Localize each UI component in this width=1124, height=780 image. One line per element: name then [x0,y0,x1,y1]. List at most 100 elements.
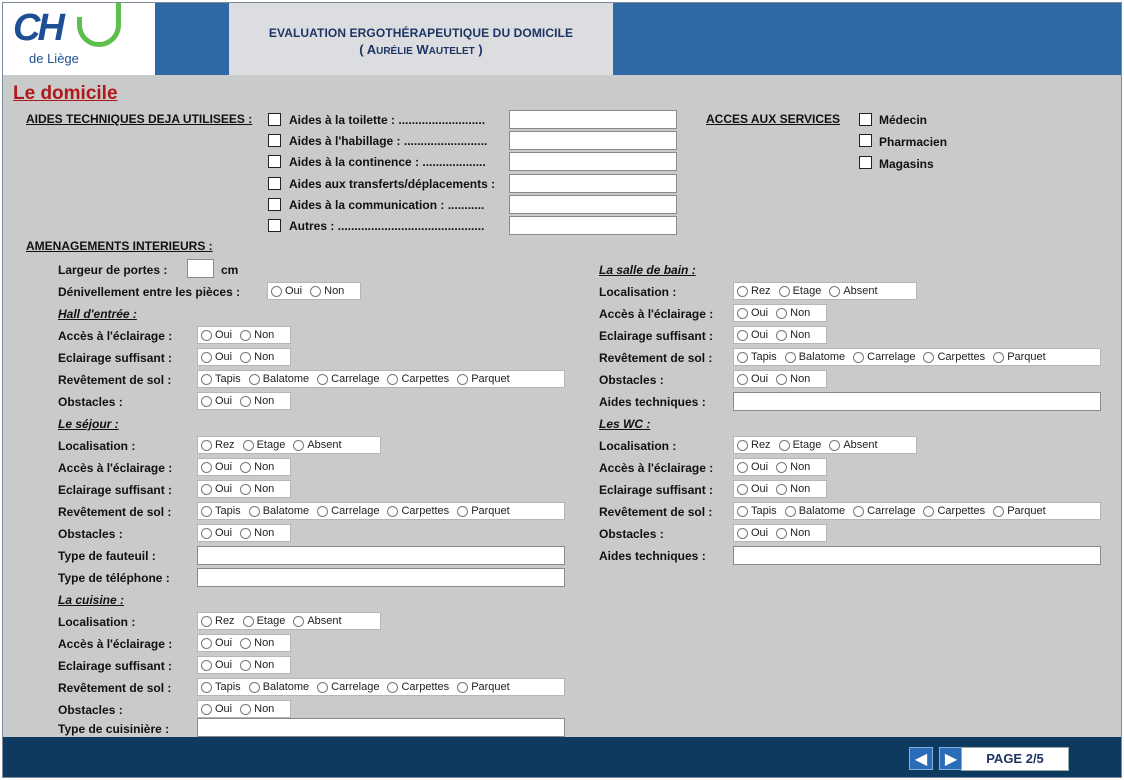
radio-hall-acces-oui[interactable]: Oui [201,329,232,341]
checkbox-autres[interactable] [268,219,281,232]
radio-sdb-eclairage-non[interactable]: Non [776,329,810,341]
radio-wc-parquet[interactable]: Parquet [993,505,1046,517]
radio-hall-tapis[interactable]: Tapis [201,373,241,385]
radio-sejour-absent[interactable]: Absent [293,439,342,451]
radio-sdb-etage[interactable]: Etage [778,285,821,297]
input-largeur-portes[interactable] [187,259,214,278]
radio-cuisine-rez[interactable]: Rez [201,615,235,627]
radio-cuisine-eclairage-oui[interactable]: Oui [201,659,232,671]
radio-hall-parquet[interactable]: Parquet [457,373,510,385]
radio-wc-etage[interactable]: Etage [778,439,821,451]
radio-cuisine-carrelage[interactable]: Carrelage [317,681,379,693]
radio-sejour-obstacles-non[interactable]: Non [240,527,274,539]
radio-sdb-eclairage-oui[interactable]: Oui [737,329,768,341]
checkbox-aides-communication[interactable] [268,198,281,211]
input-aides-continence[interactable] [509,152,677,171]
radio-wc-carpettes[interactable]: Carpettes [923,505,985,517]
radio-wc-obstacles-non[interactable]: Non [776,527,810,539]
radio-wc-obstacles-oui[interactable]: Oui [737,527,768,539]
radio-cuisine-obstacles-oui[interactable]: Oui [201,703,232,715]
radio-sejour-eclairage-oui[interactable]: Oui [201,483,232,495]
label-sdb-eclairage-suffisant: Eclairage suffisant : [599,329,714,343]
previous-page-button[interactable]: ◀ [909,747,933,770]
radio-cuisine-obstacles-non[interactable]: Non [240,703,274,715]
next-page-button[interactable]: ▶ [939,747,963,770]
radio-sejour-carpettes[interactable]: Carpettes [387,505,449,517]
radio-hall-carrelage[interactable]: Carrelage [317,373,379,385]
checkbox-aides-toilette[interactable] [268,113,281,126]
radio-hall-balatome[interactable]: Balatome [248,373,309,385]
radio-wc-eclairage-non[interactable]: Non [776,483,810,495]
radio-hall-acces-non[interactable]: Non [240,329,274,341]
input-aides-habillage[interactable] [509,131,677,150]
input-aides-toilette[interactable] [509,110,677,129]
checkbox-aides-transferts[interactable] [268,177,281,190]
label-cuisine-localisation: Localisation : [58,615,136,629]
radio-hall-eclairage-non[interactable]: Non [240,351,274,363]
radio-sejour-acces-oui[interactable]: Oui [201,461,232,473]
label-aides-toilette: Aides à la toilette : ..................… [289,113,486,127]
label-sdb-aides-techniques: Aides techniques : [599,395,706,409]
input-autres[interactable] [509,216,677,235]
checkbox-pharmacien[interactable] [859,134,872,147]
radio-sejour-tapis[interactable]: Tapis [201,505,241,517]
checkbox-aides-continence[interactable] [268,155,281,168]
radio-hall-obstacles-oui[interactable]: Oui [201,395,232,407]
radio-cuisine-eclairage-non[interactable]: Non [240,659,274,671]
input-aides-transferts[interactable] [509,174,677,193]
radio-cuisine-carpettes[interactable]: Carpettes [387,681,449,693]
radio-sdb-parquet[interactable]: Parquet [993,351,1046,363]
radio-cuisine-tapis[interactable]: Tapis [201,681,241,693]
checkbox-magasins[interactable] [859,156,872,169]
input-type-telephone[interactable] [197,568,565,587]
radio-wc-absent[interactable]: Absent [829,439,878,451]
radio-hall-carpettes[interactable]: Carpettes [387,373,449,385]
label-wc-obstacles: Obstacles : [599,527,664,541]
radio-wc-rez[interactable]: Rez [737,439,771,451]
radio-group-sejour-obstacles: Oui Non [197,524,291,542]
input-type-fauteuil[interactable] [197,546,565,565]
radio-sejour-eclairage-non[interactable]: Non [240,483,274,495]
radio-sejour-carrelage[interactable]: Carrelage [317,505,379,517]
radio-wc-balatome[interactable]: Balatome [784,505,845,517]
radio-sejour-etage[interactable]: Etage [242,439,285,451]
radio-cuisine-parquet[interactable]: Parquet [457,681,510,693]
radio-wc-carrelage[interactable]: Carrelage [853,505,915,517]
radio-wc-acces-non[interactable]: Non [776,461,810,473]
input-sdb-aides-techniques[interactable] [733,392,1101,411]
radio-sdb-obstacles-oui[interactable]: Oui [737,373,768,385]
radio-sejour-balatome[interactable]: Balatome [248,505,309,517]
radio-sdb-acces-oui[interactable]: Oui [737,307,768,319]
radio-sdb-carpettes[interactable]: Carpettes [923,351,985,363]
checkbox-medecin[interactable] [859,113,872,126]
radio-sdb-balatome[interactable]: Balatome [784,351,845,363]
input-wc-aides-techniques[interactable] [733,546,1101,565]
radio-cuisine-acces-oui[interactable]: Oui [201,637,232,649]
radio-sejour-parquet[interactable]: Parquet [457,505,510,517]
radio-sdb-obstacles-non[interactable]: Non [776,373,810,385]
radio-wc-eclairage-oui[interactable]: Oui [737,483,768,495]
input-type-cuisiniere[interactable] [197,718,565,737]
radio-wc-acces-oui[interactable]: Oui [737,461,768,473]
radio-cuisine-etage[interactable]: Etage [242,615,285,627]
radio-cuisine-acces-non[interactable]: Non [240,637,274,649]
radio-sejour-rez[interactable]: Rez [201,439,235,451]
label-cuisine-eclairage-suffisant: Eclairage suffisant : [58,659,173,673]
radio-wc-tapis[interactable]: Tapis [737,505,777,517]
input-aides-communication[interactable] [509,195,677,214]
radio-sdb-tapis[interactable]: Tapis [737,351,777,363]
radio-sdb-rez[interactable]: Rez [737,285,771,297]
radio-hall-eclairage-oui[interactable]: Oui [201,351,232,363]
radio-cuisine-balatome[interactable]: Balatome [248,681,309,693]
radio-denivellement-non[interactable]: Non [310,285,344,297]
radio-group-wc-localisation: Rez Etage Absent [733,436,917,454]
radio-cuisine-absent[interactable]: Absent [293,615,342,627]
radio-hall-obstacles-non[interactable]: Non [240,395,274,407]
radio-sdb-acces-non[interactable]: Non [776,307,810,319]
checkbox-aides-habillage[interactable] [268,134,281,147]
radio-denivellement-oui[interactable]: Oui [271,285,302,297]
radio-sdb-absent[interactable]: Absent [829,285,878,297]
radio-sdb-carrelage[interactable]: Carrelage [853,351,915,363]
radio-sejour-acces-non[interactable]: Non [240,461,274,473]
radio-sejour-obstacles-oui[interactable]: Oui [201,527,232,539]
